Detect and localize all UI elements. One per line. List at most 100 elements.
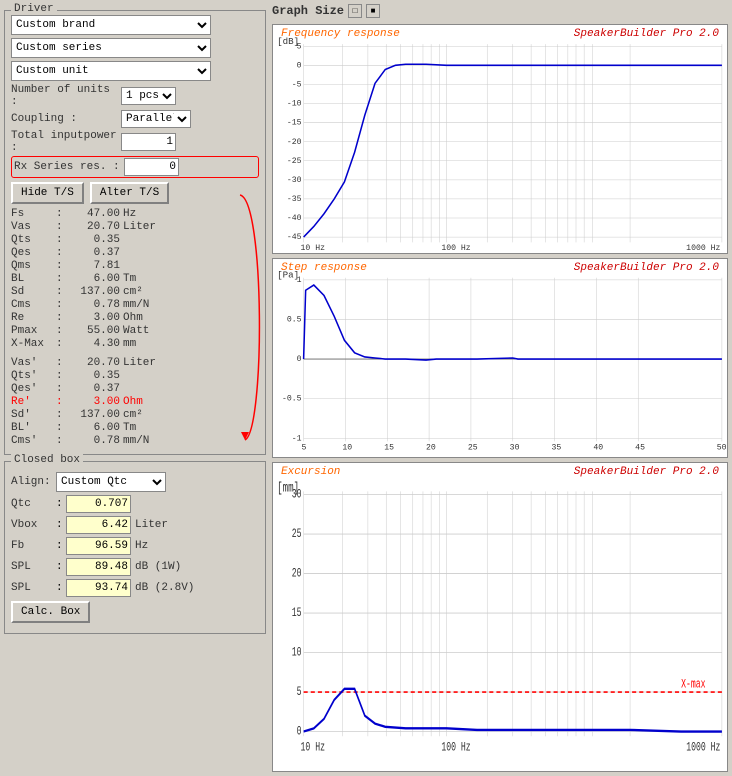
svg-text:-0.5: -0.5 — [282, 395, 302, 404]
param-row-qms: Qms : 7.81 — [11, 260, 259, 272]
excursion-title-right: SpeakerBuilder Pro 2.0 — [574, 466, 719, 478]
calc-box-button[interactable]: Calc. Box — [11, 601, 90, 623]
svg-text:0: 0 — [297, 355, 302, 364]
svg-text:10 Hz: 10 Hz — [301, 741, 325, 755]
graph-size-small-icon[interactable]: □ — [348, 4, 362, 18]
fb-input[interactable] — [66, 537, 131, 555]
spl1-input[interactable] — [66, 558, 131, 576]
closed-box-label: Closed box — [11, 454, 83, 466]
param-row-qes2: Qes' : 0.37 — [11, 383, 259, 395]
graph-size-label: Graph Size — [272, 4, 344, 18]
series-row: Custom series — [11, 38, 259, 58]
svg-text:10: 10 — [292, 646, 302, 660]
svg-text:-20: -20 — [287, 138, 302, 147]
svg-text:100 Hz: 100 Hz — [441, 244, 470, 253]
unit-row: Custom unit — [11, 61, 259, 81]
driver-section: Driver Custom brand Custom series Custom… — [4, 10, 266, 455]
excursion-title-left: Excursion — [281, 466, 340, 478]
svg-text:15: 15 — [384, 444, 394, 453]
svg-text:20: 20 — [292, 567, 302, 581]
param-row-cms2: Cms' : 0.78 mm/N — [11, 435, 259, 447]
svg-text:40: 40 — [593, 444, 603, 453]
rx-series-input[interactable] — [124, 158, 179, 176]
svg-text:50: 50 — [717, 444, 727, 453]
coupling-select[interactable]: Parallel — [121, 110, 191, 128]
svg-text:5: 5 — [302, 444, 307, 453]
driver-section-label: Driver — [11, 3, 57, 15]
param-val-fs: 47.00 — [68, 208, 120, 220]
frequency-title-right: SpeakerBuilder Pro 2.0 — [574, 28, 719, 40]
qtc-row: Qtc : — [11, 495, 259, 513]
left-panel: Driver Custom brand Custom series Custom… — [0, 0, 270, 776]
param-row-xmax: X-Max : 4.30 mm — [11, 338, 259, 350]
spl1-unit: dB (1W) — [131, 561, 181, 573]
frequency-graph: Frequency response SpeakerBuilder Pro 2.… — [272, 24, 728, 254]
svg-text:15: 15 — [292, 607, 302, 621]
svg-text:0: 0 — [297, 725, 302, 739]
svg-text:-25: -25 — [287, 157, 302, 166]
spl1-label: SPL — [11, 561, 56, 573]
param-row-qts2: Qts' : 0.35 — [11, 370, 259, 382]
step-graph: Step response SpeakerBuilder Pro 2.0 [Pa… — [272, 258, 728, 458]
closed-box-section: Closed box Align: Custom Qtc Qtc : Vbox … — [4, 461, 266, 634]
param-row-qes: Qes : 0.37 — [11, 247, 259, 259]
calc-box-row: Calc. Box — [11, 601, 259, 623]
param-row-sd2: Sd' : 137.00 cm² — [11, 409, 259, 421]
svg-text:-10: -10 — [287, 99, 302, 108]
graph-size-header: Graph Size □ ■ — [272, 4, 728, 18]
num-units-label: Number of units : — [11, 84, 121, 108]
vbox-row: Vbox : Liter — [11, 516, 259, 534]
hide-ts-button[interactable]: Hide T/S — [11, 182, 84, 204]
spl2-unit: dB (2.8V) — [131, 582, 194, 594]
series-select[interactable]: Custom series — [11, 38, 211, 58]
param-row-bl: BL : 6.00 Tm — [11, 273, 259, 285]
graph-size-large-icon[interactable]: ■ — [366, 4, 380, 18]
svg-text:5: 5 — [297, 42, 302, 51]
vbox-label: Vbox — [11, 519, 56, 531]
svg-text:-5: -5 — [292, 80, 302, 89]
excursion-graph: Excursion SpeakerBuilder Pro 2.0 [mm] 30… — [272, 462, 728, 772]
vbox-input[interactable] — [66, 516, 131, 534]
svg-text:X-max: X-max — [681, 678, 705, 692]
param-row-fs: Fs : 47.00 Hz — [11, 208, 259, 220]
param-name-fs: Fs — [11, 208, 56, 220]
svg-text:-15: -15 — [287, 119, 302, 128]
param-row-re2: Re' : 3.00 Ohm — [11, 396, 259, 408]
total-inputpower-input[interactable] — [121, 133, 176, 151]
qtc-label: Qtc — [11, 498, 56, 510]
qtc-input[interactable] — [66, 495, 131, 513]
rx-series-label: Rx Series res. : — [14, 161, 124, 173]
svg-text:0: 0 — [297, 61, 302, 70]
svg-text:35: 35 — [552, 444, 562, 453]
align-row: Align: Custom Qtc — [11, 472, 259, 492]
svg-text:1: 1 — [297, 276, 302, 285]
align-label: Align: — [11, 476, 56, 488]
param-row-qts: Qts : 0.35 — [11, 234, 259, 246]
svg-text:10: 10 — [342, 444, 352, 453]
num-units-select[interactable]: 1 pcs — [121, 87, 176, 105]
frequency-title-left: Frequency response — [281, 28, 400, 40]
total-inputpower-row: Total inputpower : — [11, 130, 259, 154]
right-panel: Graph Size □ ■ Frequency response Speake… — [270, 0, 732, 776]
param-row-sd: Sd : 137.00 cm² — [11, 286, 259, 298]
params-table: Fs : 47.00 Hz Vas : 20.70 Liter Qts : 0.… — [11, 208, 259, 447]
spl2-row: SPL : dB (2.8V) — [11, 579, 259, 597]
unit-select[interactable]: Custom unit — [11, 61, 211, 81]
spl2-input[interactable] — [66, 579, 131, 597]
svg-text:5: 5 — [297, 686, 302, 700]
svg-text:-30: -30 — [287, 176, 302, 185]
align-select[interactable]: Custom Qtc — [56, 472, 166, 492]
param-row-bl2: BL' : 6.00 Tm — [11, 422, 259, 434]
alter-ts-button[interactable]: Alter T/S — [90, 182, 169, 204]
excursion-graph-svg: [mm] 30 25 20 15 10 5 0 — [273, 463, 727, 771]
param-row-vas: Vas : 20.70 Liter — [11, 221, 259, 233]
brand-select[interactable]: Custom brand — [11, 15, 211, 35]
step-title-left: Step response — [281, 262, 367, 274]
total-inputpower-label: Total inputpower : — [11, 130, 121, 154]
coupling-label: Coupling : — [11, 113, 121, 125]
param-row-cms: Cms : 0.78 mm/N — [11, 299, 259, 311]
svg-text:25: 25 — [468, 444, 478, 453]
svg-text:20: 20 — [426, 444, 436, 453]
spl2-label: SPL — [11, 582, 56, 594]
coupling-row: Coupling : Parallel — [11, 110, 259, 128]
